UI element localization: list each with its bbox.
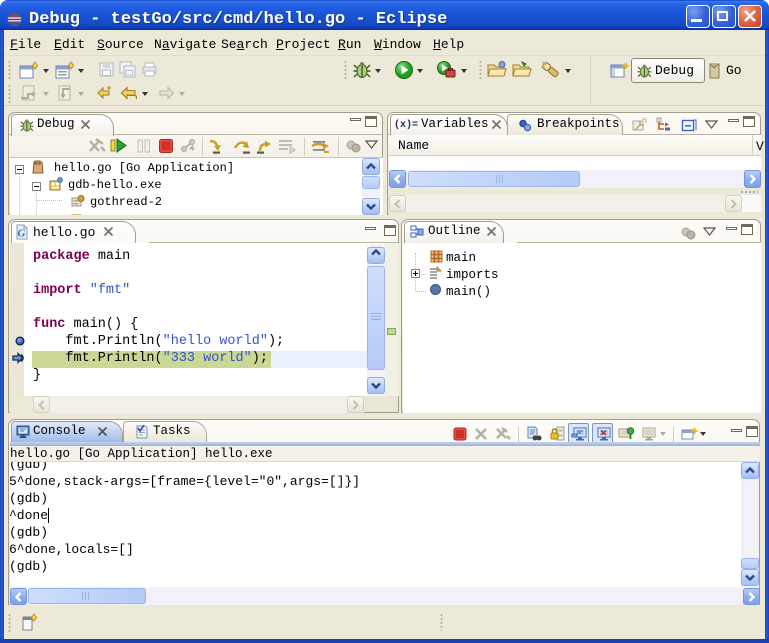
svg-text:G: G xyxy=(18,228,26,240)
